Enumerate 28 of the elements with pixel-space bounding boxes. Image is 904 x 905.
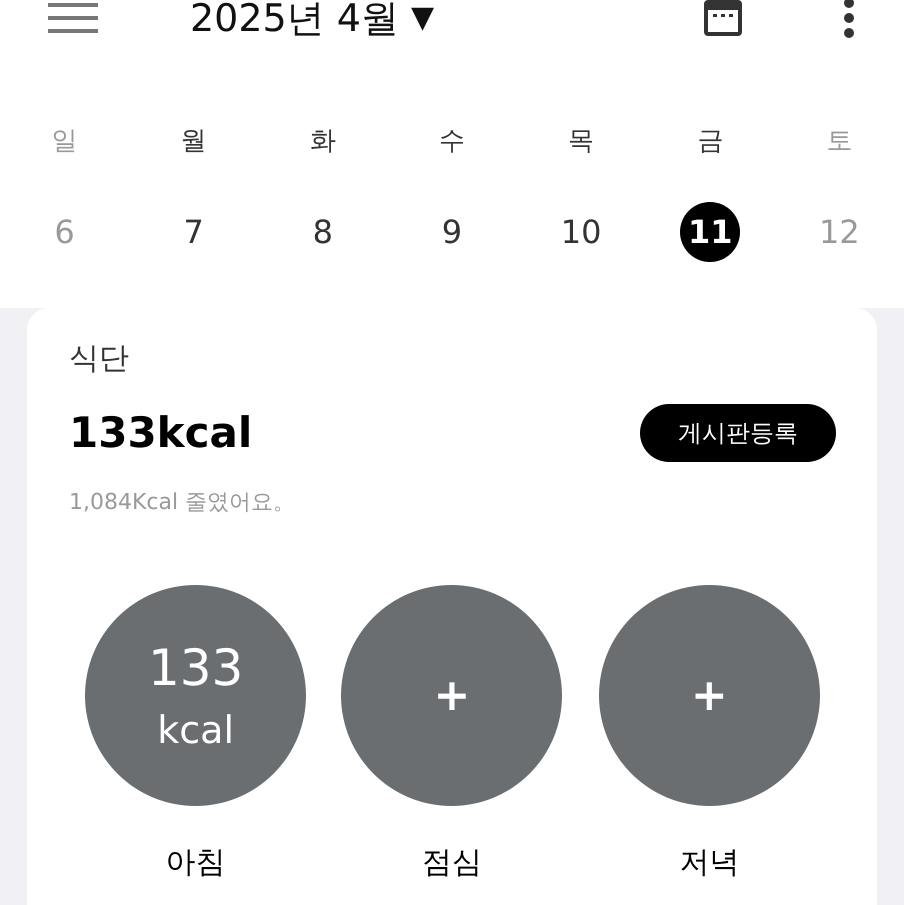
date-item[interactable]: 11	[680, 202, 740, 262]
add-meal-button[interactable]: +	[341, 585, 562, 806]
meal-label: 아침	[166, 844, 226, 882]
meal-calorie-unit: kcal	[157, 710, 234, 748]
weekday-label: 금	[697, 128, 724, 154]
date-item[interactable]: 7	[164, 202, 224, 262]
date-item[interactable]: 8	[292, 202, 353, 262]
board-register-button[interactable]: 게시판등록	[640, 404, 836, 462]
date-item[interactable]: 9	[422, 202, 482, 262]
meal-label: 저녁	[679, 844, 740, 882]
meal-calorie-value: 133	[148, 642, 244, 692]
card-title: 식단	[69, 344, 130, 374]
add-meal-button[interactable]: +	[598, 585, 820, 806]
weekday-label: 화	[310, 128, 336, 154]
weekday-label: 목	[568, 128, 594, 154]
menu-icon[interactable]	[48, 1, 98, 35]
calorie-total: 133kcal	[69, 412, 252, 454]
calendar-icon[interactable]	[702, 0, 744, 38]
date-item[interactable]: 10	[551, 202, 612, 262]
meal-label: 점심	[422, 844, 482, 882]
meal-calorie-button[interactable]: 133 kcal	[85, 585, 306, 806]
weekday-label: 토	[826, 128, 852, 154]
month-selector[interactable]: 2025년 4월 ▼	[190, 0, 434, 37]
calorie-note: 1,084Kcal 줄였어요。	[69, 489, 296, 517]
weekday-label: 일	[52, 128, 78, 154]
more-icon[interactable]	[842, 0, 856, 38]
weekday-label: 월	[180, 128, 207, 154]
weekday-label: 수	[438, 128, 465, 154]
